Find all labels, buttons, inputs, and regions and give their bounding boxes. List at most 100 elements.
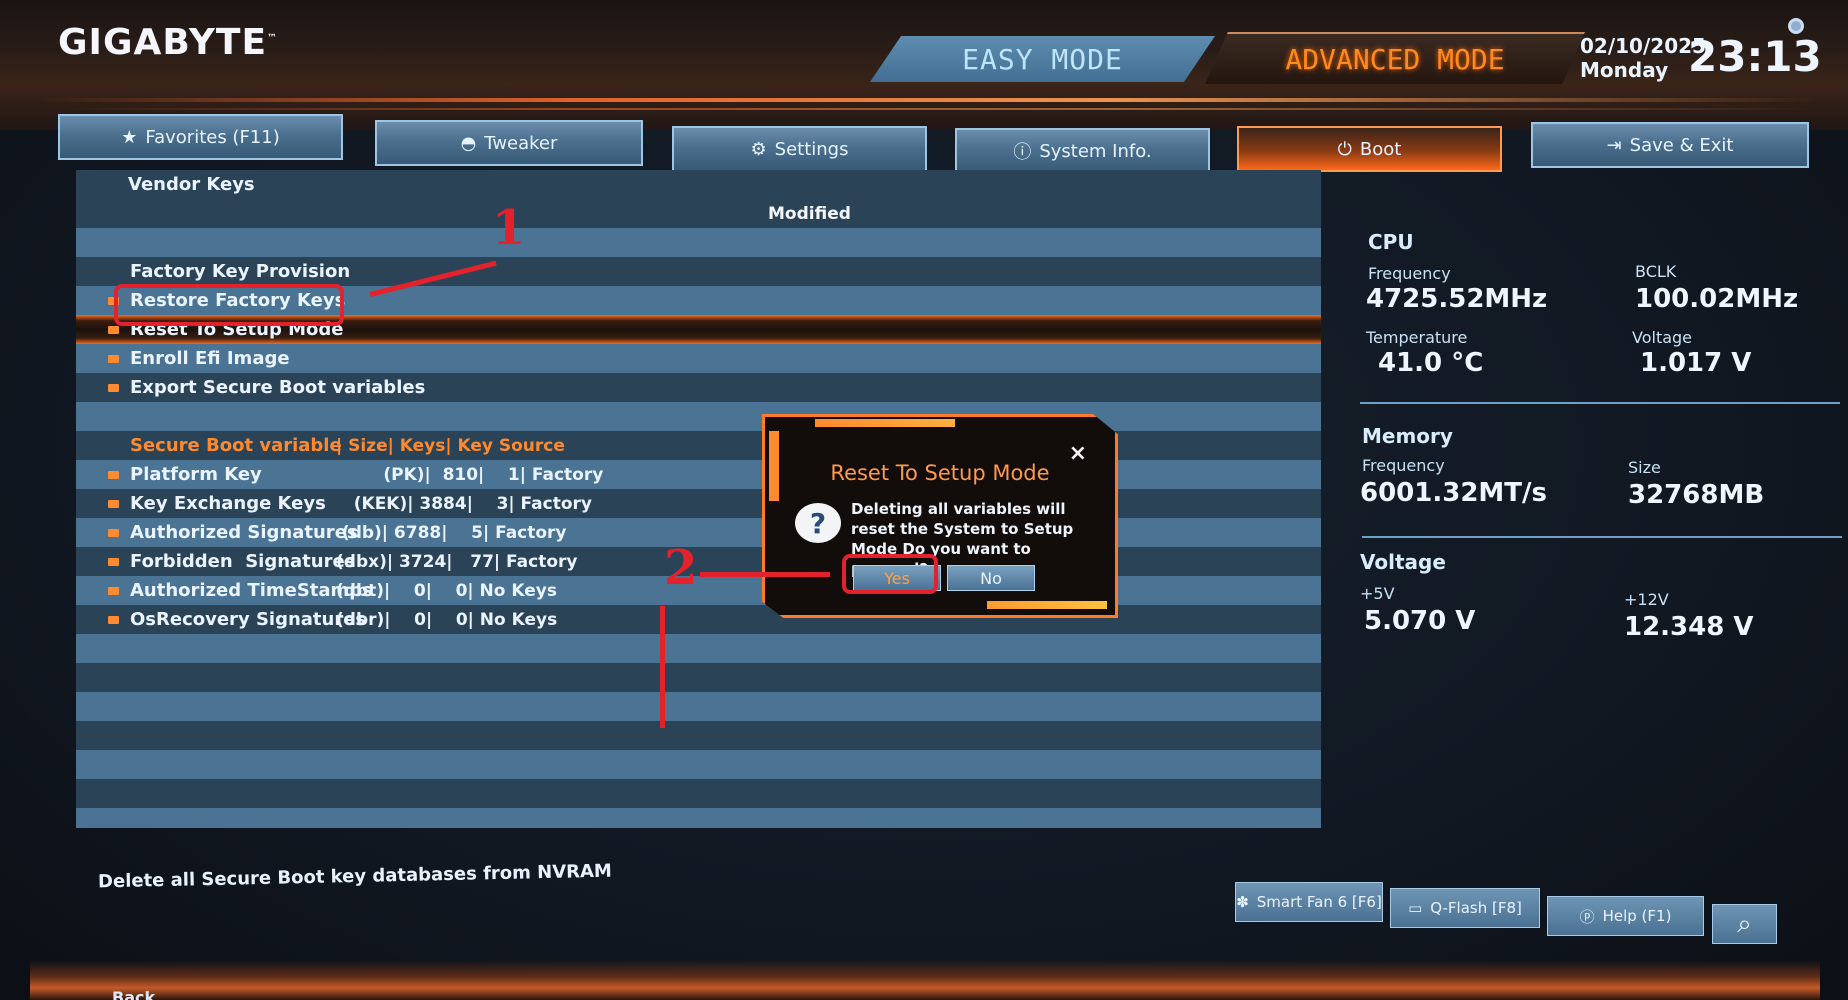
no-button[interactable]: No [947, 565, 1035, 591]
tab-system-info[interactable]: ⓘ System Info. [955, 128, 1210, 174]
cpu-frequency-label: Frequency [1368, 264, 1451, 283]
bullet-icon [108, 325, 119, 334]
button-label: Q-Flash [F8] [1430, 899, 1522, 917]
button-label: Smart Fan 6 [F6] [1256, 893, 1382, 911]
memory-title: Memory [1362, 424, 1453, 448]
restore-factory-keys-item[interactable]: Restore Factory Keys [76, 286, 1321, 315]
memory-size-label: Size [1628, 458, 1661, 477]
trademark: ™ [267, 33, 279, 44]
variables-header-cols: | Size| Keys| Key Source [336, 435, 565, 456]
vendor-keys-label: Vendor Keys [128, 174, 255, 195]
cpu-frequency-value: 4725.52MHz [1366, 284, 1548, 314]
vendor-keys-value-row: Modified [76, 199, 1321, 228]
bullet-icon [108, 586, 119, 595]
variable-cols: (KEK)| 3884| 3| Factory [336, 493, 592, 514]
voltage-title: Voltage [1360, 550, 1446, 574]
smart-fan-button[interactable]: ✽ Smart Fan 6 [F6] [1235, 882, 1383, 922]
v5-value: 5.070 V [1364, 606, 1476, 636]
bullet-icon [108, 528, 119, 537]
memory-size-value: 32768MB [1628, 480, 1765, 510]
variable-cols: (dbx)| 3724| 77| Factory [336, 551, 578, 572]
variable-row-kek[interactable]: Key Exchange Keys (KEK)| 3884| 3| Factor… [76, 489, 1321, 518]
variable-name: Forbidden Signatures [130, 551, 356, 572]
search-button[interactable]: ⌕ [1712, 904, 1777, 944]
tab-label: Settings [774, 138, 849, 160]
spacer-row [76, 402, 1321, 431]
search-icon: ⌕ [1737, 908, 1752, 939]
variable-row-dbx[interactable]: Forbidden Signatures (dbx)| 3724| 77| Fa… [76, 547, 1321, 576]
fan-icon: ✽ [1236, 893, 1249, 911]
tab-favorites[interactable]: ★ Favorites (F11) [58, 114, 343, 160]
variable-cols: (db)| 6788| 5| Factory [336, 522, 567, 543]
empty-row [76, 808, 1321, 828]
bullet-icon [108, 499, 119, 508]
v12-label: +12V [1624, 590, 1669, 609]
clock-time: 23:13 [1688, 32, 1822, 81]
tab-settings[interactable]: ⚙ Settings [672, 126, 927, 172]
yes-button[interactable]: Yes [853, 565, 941, 591]
advanced-mode-tab[interactable]: ADVANCED MODE [1205, 32, 1585, 84]
header-streak [40, 98, 1820, 102]
empty-row [76, 721, 1321, 750]
variable-row-db[interactable]: Authorized Signatures (db)| 6788| 5| Fac… [76, 518, 1321, 547]
tab-boot[interactable]: ⏻ Boot [1237, 126, 1502, 172]
dialog-title: Reset To Setup Mode [830, 461, 1050, 485]
bullet-icon [108, 557, 119, 566]
chip-icon: ▭ [1408, 899, 1423, 917]
variable-row-dbr[interactable]: OsRecovery Signatures (dbr)| 0| 0| No Ke… [76, 605, 1321, 634]
export-secure-boot-variables-item[interactable]: Export Secure Boot variables [76, 373, 1321, 402]
cpu-temperature-label: Temperature [1366, 328, 1468, 347]
variable-row-dbt[interactable]: Authorized TimeStamps (dbt)| 0| 0| No Ke… [76, 576, 1321, 605]
annotation-step-2: 2 [664, 540, 698, 596]
spacer-row [76, 228, 1321, 257]
variable-name: Authorized Signatures [130, 522, 358, 543]
cpu-temperature-value: 41.0 °C [1378, 348, 1484, 378]
tab-save-exit[interactable]: ⇥ Save & Exit [1531, 122, 1809, 168]
annotation-arrow-2 [700, 572, 830, 577]
cpu-voltage-value: 1.017 V [1640, 348, 1752, 378]
empty-row [76, 663, 1321, 692]
variable-name: Key Exchange Keys [130, 493, 326, 514]
exit-icon: ⇥ [1606, 134, 1622, 156]
enroll-efi-image-item[interactable]: Enroll Efi Image [76, 344, 1321, 373]
cpu-title: CPU [1368, 230, 1414, 254]
tab-tweaker[interactable]: ◓ Tweaker [375, 120, 643, 166]
memory-frequency-label: Frequency [1362, 456, 1445, 475]
divider [1360, 402, 1840, 404]
easy-mode-tab[interactable]: EASY MODE [870, 36, 1215, 82]
tab-label: Save & Exit [1629, 134, 1734, 156]
help-button[interactable]: ⓟ Help (F1) [1547, 896, 1704, 936]
item-description: Delete all Secure Boot key databases fro… [97, 860, 613, 893]
gigabyte-logo: GIGABYTE™ [58, 22, 278, 63]
item-label: Restore Factory Keys [130, 290, 346, 311]
tab-label: Boot [1359, 138, 1402, 160]
variables-header-row: Secure Boot variable | Size| Keys| Key S… [76, 431, 1321, 460]
bclk-value: 100.02MHz [1635, 284, 1799, 314]
vendor-keys-row: Vendor Keys [76, 170, 1321, 199]
back-button[interactable]: Back [112, 988, 155, 1000]
button-label: Help (F1) [1602, 907, 1672, 925]
v12-value: 12.348 V [1624, 612, 1754, 642]
empty-row [76, 692, 1321, 721]
bclk-label: BCLK [1635, 262, 1677, 281]
variable-row-pk[interactable]: Platform Key (PK)| 810| 1| Factory [76, 460, 1321, 489]
variable-name: OsRecovery Signatures [130, 609, 367, 630]
dialog-accent [815, 419, 955, 427]
annotation-step-1: 1 [492, 200, 526, 256]
help-icon: ⓟ [1579, 907, 1595, 926]
bios-screen: GIGABYTE™ EASY MODE ADVANCED MODE 02/10/… [0, 0, 1848, 1000]
reset-to-setup-mode-item[interactable]: Reset To Setup Mode [76, 315, 1321, 344]
header-streak [60, 108, 1820, 110]
star-folder-icon: ★ [121, 126, 138, 148]
q-flash-button[interactable]: ▭ Q-Flash [F8] [1390, 888, 1540, 928]
info-icon: ⓘ [1013, 142, 1032, 163]
bullet-icon [108, 383, 119, 392]
dialog-accent [987, 601, 1107, 609]
question-icon: ? [795, 503, 841, 543]
gear-icon: ⚙ [750, 138, 767, 160]
settings-gear-icon[interactable] [1788, 18, 1804, 34]
bullet-icon [108, 354, 119, 363]
cpu-voltage-label: Voltage [1632, 328, 1693, 347]
factory-key-provision-value-row: Disabled [76, 257, 1321, 305]
variable-cols: (dbt)| 0| 0| No Keys [336, 580, 557, 601]
